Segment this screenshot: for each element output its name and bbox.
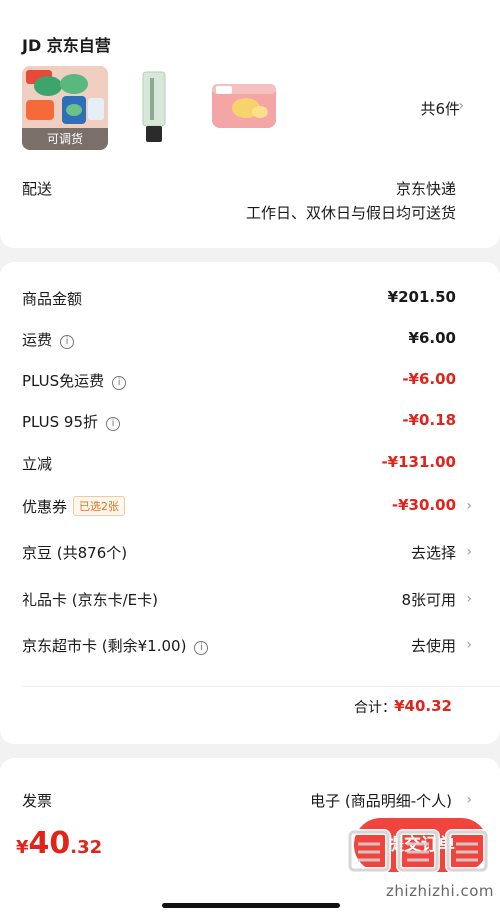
watermark-text: zhizhizhi.com (386, 882, 494, 900)
row-plus-free-shipping: PLUS免运费 i -¥6.00 (22, 370, 456, 398)
row-plus-discount: PLUS 95折 i -¥0.18 (22, 411, 456, 439)
chevron-right-icon[interactable]: › (466, 637, 472, 653)
row-gift-card[interactable]: 礼品卡 (京东卡/E卡) 8张可用 (22, 589, 456, 617)
row-label: 京豆 (共876个) (22, 544, 128, 562)
chevron-right-icon[interactable]: › (458, 98, 464, 114)
store-title: JD 京东自营 (22, 36, 111, 55)
info-icon[interactable]: i (106, 417, 121, 431)
divider (22, 686, 500, 687)
info-icon[interactable]: i (60, 335, 75, 349)
delivery-label: 配送 (22, 180, 53, 198)
row-value: -¥30.00 (391, 496, 456, 514)
invoice-value[interactable]: 电子 (商品明细-个人) (310, 790, 452, 811)
chevron-right-icon[interactable]: › (466, 792, 472, 808)
row-value: ¥201.50 (387, 288, 456, 306)
total-label: 合计： (354, 700, 396, 716)
row-label: 立减 (22, 455, 53, 473)
row-label: 运费 (22, 331, 53, 349)
transfer-stock-tag: 可调货 (22, 128, 108, 150)
currency-symbol: ¥ (16, 837, 29, 858)
total-value: ¥40.32 (394, 697, 452, 715)
row-value: 去使用 (410, 637, 456, 655)
row-label: PLUS 95折 (22, 413, 99, 431)
row-value: -¥131.00 (381, 453, 456, 471)
watermark-logo (347, 829, 489, 873)
price-decimal: .32 (70, 837, 103, 858)
info-icon[interactable]: i (194, 641, 209, 655)
row-value: ¥6.00 (408, 329, 456, 347)
row-label: 京东超市卡 (剩余¥1.00) (22, 637, 187, 655)
delivery-note: 工作日、双休日与假日均可送货 (245, 204, 456, 222)
chevron-right-icon[interactable]: › (466, 544, 472, 560)
coupon-selected-badge: 已选2张 (73, 496, 126, 516)
laundry-pods-tub-image (206, 66, 292, 150)
pay-amount: ¥40.32 (16, 826, 102, 861)
price-integer: 40 (28, 826, 71, 861)
row-label: 优惠券 (22, 498, 68, 516)
delivery-method[interactable]: 京东快递 (396, 178, 456, 199)
info-icon[interactable]: i (112, 376, 127, 390)
chevron-right-icon[interactable]: › (466, 498, 472, 514)
product-thumbnail-2[interactable] (116, 66, 202, 150)
product-thumbnail-1[interactable]: 可调货 (22, 66, 108, 150)
chevron-right-icon[interactable]: › (466, 591, 472, 607)
item-count[interactable]: 共6件 (420, 98, 460, 119)
row-label: 商品金额 (22, 290, 83, 308)
row-label: 礼品卡 (京东卡/E卡) (22, 591, 159, 609)
row-goods-amount: 商品金额 ¥201.50 (22, 288, 456, 316)
row-shipping-fee: 运费 i ¥6.00 (22, 329, 456, 357)
hand-cream-tube-image (116, 66, 202, 150)
row-value: 去选择 (410, 544, 456, 562)
invoice-label: 发票 (22, 792, 53, 810)
row-value: -¥0.18 (402, 411, 456, 429)
row-value: -¥6.00 (402, 370, 456, 388)
row-value: 8张可用 (401, 591, 456, 609)
product-thumbnail-3[interactable] (206, 66, 292, 150)
home-indicator[interactable] (162, 903, 340, 908)
row-jd-beans[interactable]: 京豆 (共876个) 去选择 (22, 542, 456, 570)
row-supermarket-card[interactable]: 京东超市卡 (剩余¥1.00) i 去使用 (22, 635, 456, 663)
row-coupon[interactable]: 优惠券 已选2张 -¥30.00 (22, 496, 456, 524)
row-instant-discount: 立减 -¥131.00 (22, 453, 456, 481)
row-label: PLUS免运费 (22, 372, 105, 390)
